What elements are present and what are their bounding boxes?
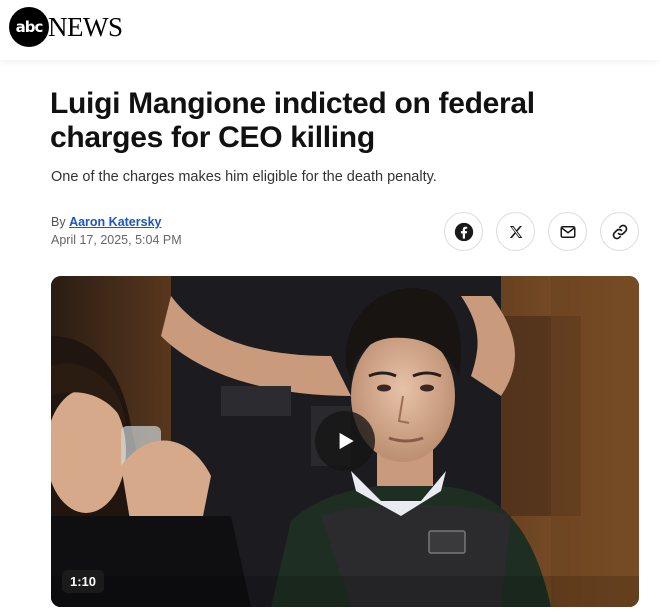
facebook-icon xyxy=(454,222,473,241)
video-duration-badge: 1:10 xyxy=(62,570,105,593)
share-x-button[interactable] xyxy=(496,212,535,251)
byline: By Aaron Katersky xyxy=(51,215,161,229)
play-button[interactable] xyxy=(315,411,375,471)
article-subheadline: One of the charges makes him eligible fo… xyxy=(51,169,437,185)
byline-prefix: By xyxy=(51,215,66,229)
news-logo-text: NEWS xyxy=(48,11,123,42)
abc-news-logo[interactable]: abc NEWS xyxy=(9,7,123,47)
share-email-button[interactable] xyxy=(548,212,587,251)
copy-link-button[interactable] xyxy=(600,212,639,251)
publish-date: April 17, 2025, 5:04 PM xyxy=(51,233,182,247)
link-icon xyxy=(612,224,627,239)
play-icon xyxy=(339,432,354,450)
abc-logo-mark: abc xyxy=(9,7,49,47)
site-header: abc NEWS xyxy=(0,0,660,60)
author-link[interactable]: Aaron Katersky xyxy=(69,215,161,229)
share-facebook-button[interactable] xyxy=(444,212,483,251)
article-headline: Luigi Mangione indicted on federal charg… xyxy=(50,87,535,154)
mail-icon xyxy=(560,225,575,238)
video-player[interactable]: 1:10 xyxy=(51,276,639,607)
x-icon xyxy=(509,225,522,238)
